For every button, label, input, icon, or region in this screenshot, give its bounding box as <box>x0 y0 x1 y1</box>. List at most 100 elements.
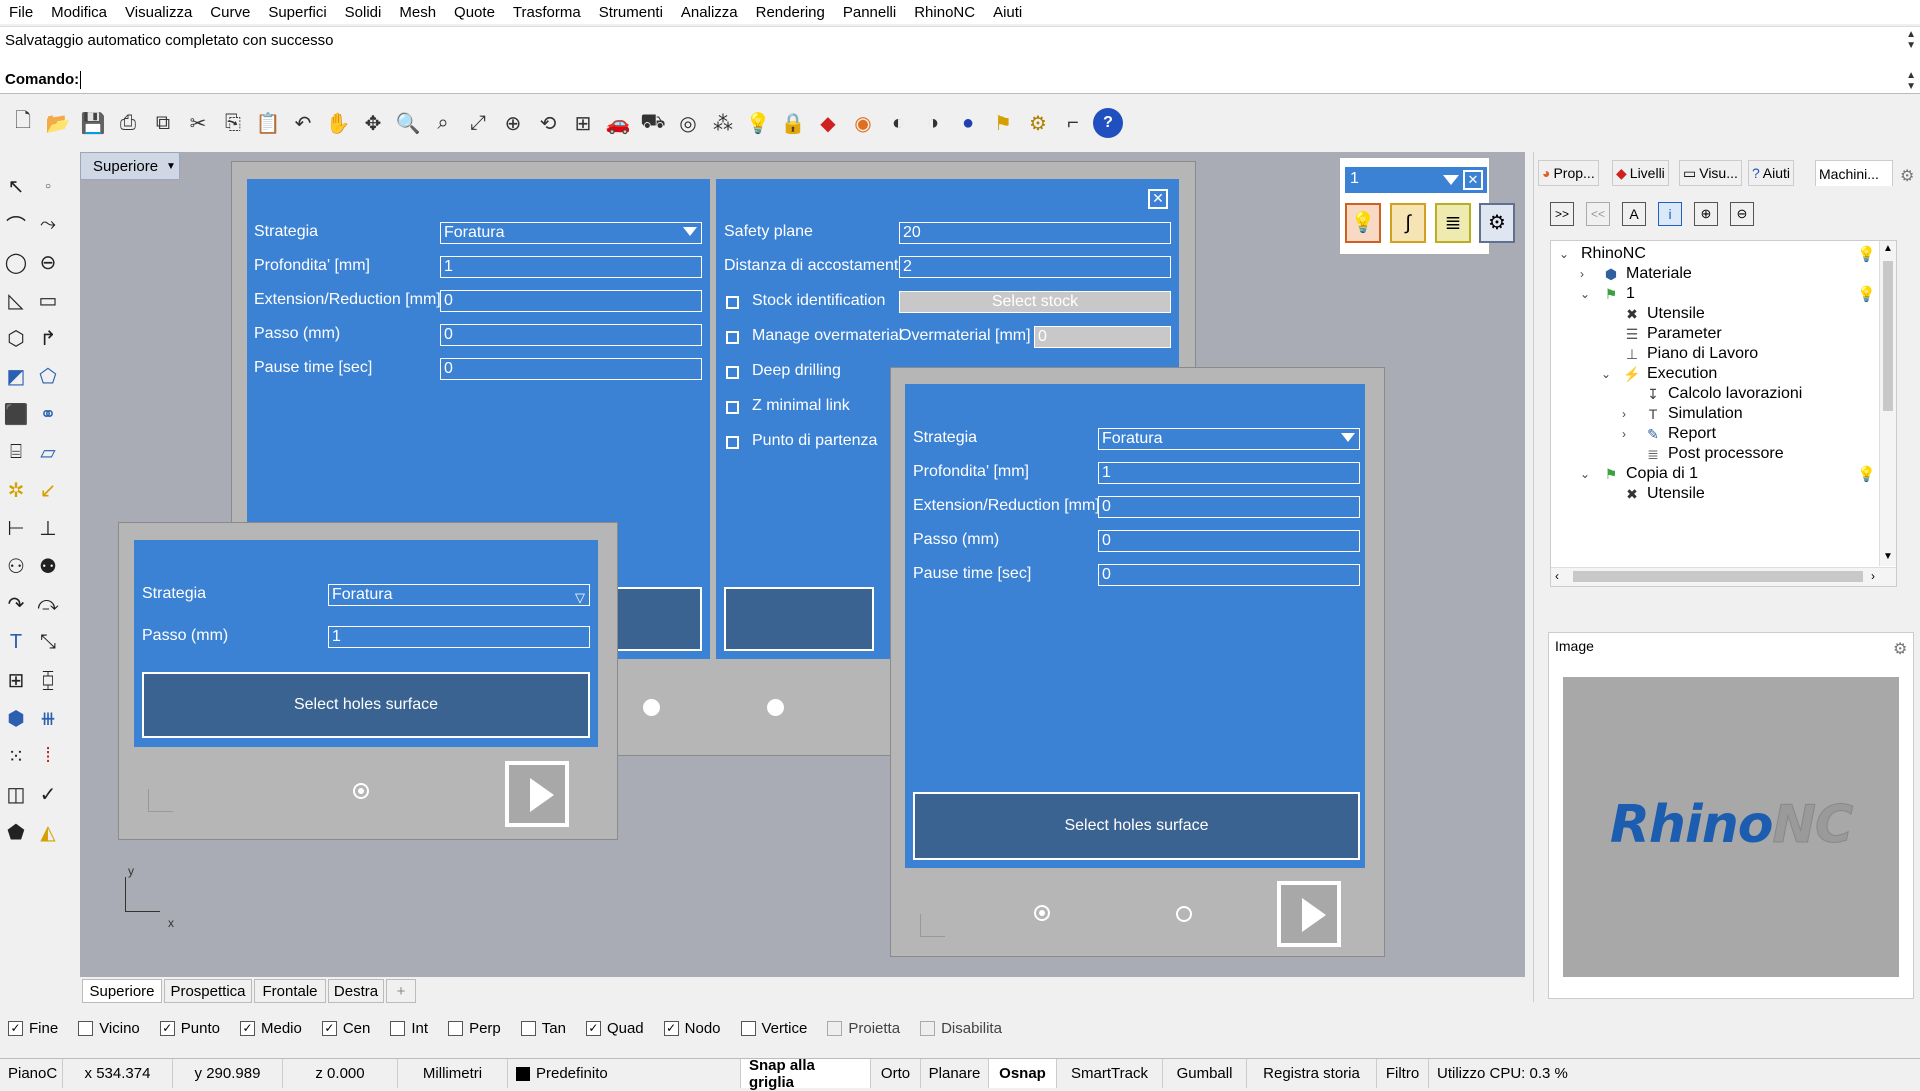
toggle-ortho[interactable]: Orto <box>871 1059 921 1088</box>
offset-icon[interactable]: ⤼ <box>34 590 62 618</box>
settings-icon[interactable]: ⚙ <box>1479 203 1515 243</box>
tree-item[interactable]: ✖ Utensile <box>1601 485 1705 503</box>
front-select-holes-surface-button[interactable]: Select holes surface <box>913 792 1360 860</box>
help-icon[interactable]: ? <box>1093 108 1123 138</box>
mesh-icon[interactable]: ▱ <box>34 438 62 466</box>
collapse-all-icon[interactable]: << <box>1586 202 1610 226</box>
front-extension-input[interactable]: 0 <box>1098 496 1360 518</box>
curve-icon[interactable]: ⤳ <box>34 210 62 238</box>
cylinder-icon[interactable]: ⌸ <box>2 438 30 466</box>
point-icon[interactable]: ○ <box>34 172 62 200</box>
chevron-right-icon[interactable]: › <box>1871 569 1875 583</box>
rotate-view-icon[interactable]: ⟲ <box>533 108 563 138</box>
import-icon[interactable]: ⧉ <box>148 108 178 138</box>
menu-item-visualizza[interactable]: Visualizza <box>116 4 201 21</box>
front-step-radio-1[interactable] <box>1034 905 1050 921</box>
tree-item[interactable]: › ✎ Report <box>1622 425 1716 443</box>
tree-item[interactable]: ⌄ ⚑ Copia di 1 <box>1580 465 1698 483</box>
chevron-right-icon[interactable]: › <box>1622 407 1636 421</box>
dimension-tool-icon[interactable]: ⊢ <box>2 514 30 542</box>
undo-icon[interactable]: ↶ <box>288 108 318 138</box>
osnap-perp[interactable]: Perp <box>440 1020 501 1037</box>
menu-item-curve[interactable]: Curve <box>201 4 259 21</box>
paste-icon[interactable]: 📋 <box>253 108 283 138</box>
osnap-int[interactable]: Int <box>382 1020 428 1037</box>
hscroll-thumb[interactable] <box>1573 571 1863 582</box>
pan-hand-icon[interactable]: ✋ <box>323 108 353 138</box>
osnap-nodo[interactable]: ✓ Nodo <box>656 1020 721 1037</box>
ellipse-icon[interactable]: ⊖ <box>34 248 62 276</box>
mirror-icon[interactable]: ⧮ <box>34 666 62 694</box>
toggle-gumball[interactable]: Gumball <box>1163 1059 1247 1088</box>
tree-item[interactable]: ✖ Utensile <box>1601 305 1705 323</box>
viewport-title-tab[interactable]: Superiore ▼ <box>80 152 180 180</box>
menu-item-aiuti[interactable]: Aiuti <box>984 4 1031 21</box>
group-icon[interactable]: ⚇ <box>2 552 30 580</box>
polygon-icon[interactable]: ⬡ <box>2 324 30 352</box>
osnap-vertice[interactable]: Vertice <box>733 1020 807 1037</box>
light-bulb-icon[interactable]: 💡 <box>1345 203 1381 243</box>
toggle-smarttrack[interactable]: SmartTrack <box>1057 1059 1163 1088</box>
blend-icon[interactable]: ↷ <box>2 590 30 618</box>
front-strategy-select[interactable]: Foratura <box>1098 428 1360 450</box>
osnap-checkbox[interactable]: ✓ <box>239 1020 255 1036</box>
chevron-down-icon[interactable]: ⌄ <box>1580 467 1594 481</box>
menu-item-rendering[interactable]: Rendering <box>747 4 834 21</box>
print-icon[interactable]: ⎙ <box>113 108 143 138</box>
tab-layers[interactable]: ◆ Livelli <box>1612 160 1669 186</box>
small-step-input[interactable]: 1 <box>328 626 590 648</box>
fillet-icon[interactable]: ↱ <box>34 324 62 352</box>
zoom-selected-icon[interactable]: ⊕ <box>498 108 528 138</box>
osnap-fine[interactable]: ✓ Fine <box>0 1020 58 1037</box>
osnap-checkbox[interactable]: ✓ <box>8 1020 23 1036</box>
array-icon[interactable]: ⊞ <box>2 666 30 694</box>
chevron-down-icon[interactable]: ⌄ <box>1559 247 1573 261</box>
osnap-checkbox[interactable] <box>740 1020 756 1036</box>
solid-edit-icon[interactable]: ⬢ <box>2 704 30 732</box>
text-icon[interactable]: T <box>2 628 30 656</box>
cut-icon[interactable]: ✂ <box>183 108 213 138</box>
tree-item[interactable]: › T Simulation <box>1622 405 1743 423</box>
toggle-grid-snap[interactable]: Snap alla griglia <box>741 1057 871 1091</box>
cplane-icon[interactable]: ◎ <box>673 108 703 138</box>
chevron-right-icon[interactable]: › <box>1580 267 1594 281</box>
tree-vertical-scrollbar[interactable]: ▲ ▼ <box>1879 241 1896 566</box>
light-bulb-icon[interactable]: 💡 <box>1857 285 1876 303</box>
leader-icon[interactable]: ⊥ <box>34 514 62 542</box>
tree-horizontal-scrollbar[interactable]: ‹ › <box>1551 567 1896 586</box>
render-tool-icon[interactable]: ◭ <box>34 818 62 846</box>
toolpath-icon[interactable]: ∫ <box>1390 203 1426 243</box>
tab-superiore[interactable]: Superiore <box>82 979 162 1003</box>
copy-icon[interactable]: ⎘ <box>218 108 248 138</box>
osnap-punto[interactable]: ✓ Punto <box>152 1020 220 1037</box>
rendered-sphere-icon[interactable]: ◑ <box>918 108 948 138</box>
blue-sphere-icon[interactable]: ● <box>953 108 983 138</box>
step-input[interactable]: 0 <box>440 324 702 346</box>
report-icon[interactable]: ≣ <box>1435 203 1471 243</box>
scale-icon[interactable]: ⤡ <box>34 628 62 656</box>
dimension-icon[interactable]: ⌐ <box>1058 108 1088 138</box>
osnap-checkbox[interactable] <box>448 1020 464 1036</box>
zoom-icon[interactable]: 🔍 <box>393 108 423 138</box>
select-arrow-icon[interactable]: ↖ <box>2 172 30 200</box>
tree-item[interactable]: › ⬢ Materiale <box>1580 265 1692 283</box>
gear-icon[interactable]: ⚙ <box>1900 166 1914 186</box>
arc-icon[interactable]: ◺ <box>2 286 30 314</box>
osnap-checkbox[interactable]: ✓ <box>663 1020 679 1036</box>
tab-help[interactable]: ? Aiuti <box>1748 160 1795 186</box>
osnap-cen[interactable]: ✓ Cen <box>314 1020 370 1037</box>
scrollbar-thumb[interactable] <box>1883 261 1893 411</box>
tree-item[interactable]: ≣ Post processore <box>1622 445 1783 463</box>
gear-icon[interactable]: ⚙ <box>1893 639 1907 659</box>
back-left-action-button[interactable] <box>607 587 702 651</box>
analyze-icon[interactable]: ⁞ <box>34 742 62 770</box>
menu-item-superfici[interactable]: Superfici <box>259 4 335 21</box>
zoom-extents-icon[interactable]: ⤢ <box>463 108 493 138</box>
overmaterial-checkbox[interactable] <box>726 331 739 344</box>
chevron-down-icon[interactable]: ▼ <box>1883 551 1893 562</box>
strategy-select[interactable]: Foratura <box>440 222 702 244</box>
osnap-quad[interactable]: ✓ Quad <box>578 1020 644 1037</box>
tab-frontale[interactable]: Frontale <box>254 979 326 1003</box>
small-step-radio-1[interactable] <box>353 783 369 799</box>
tab-machining[interactable]: Machini... <box>1815 160 1893 186</box>
